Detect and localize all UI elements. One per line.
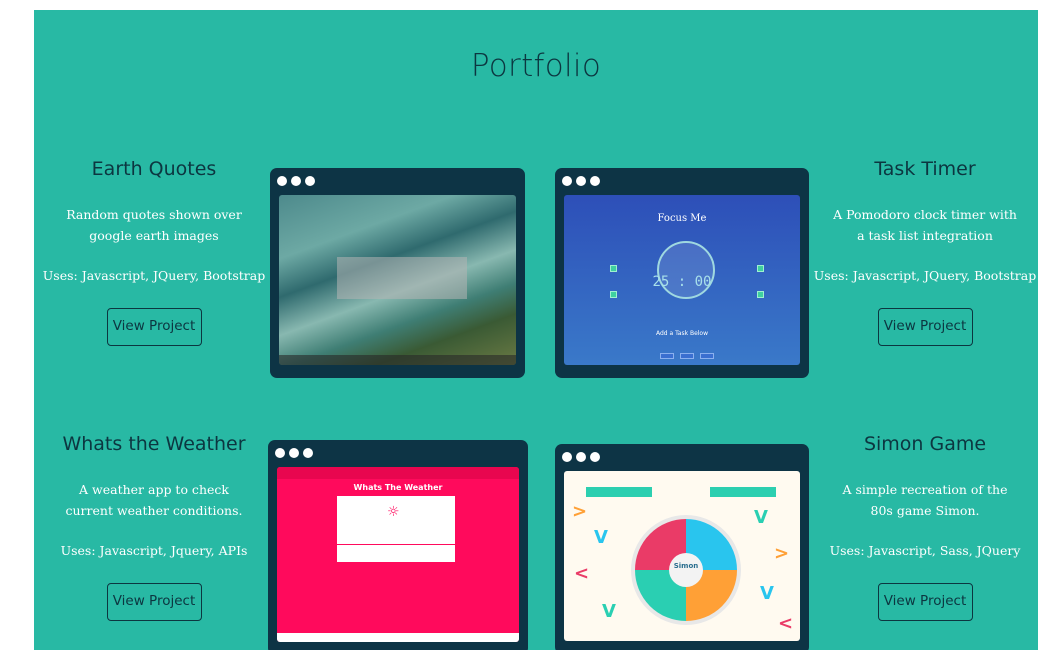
view-project-button[interactable]: View Project [106,583,202,621]
view-project-button[interactable]: View Project [877,583,973,621]
screenshot-footer [279,355,516,365]
pattern-chevron: V [754,507,768,528]
pattern-chevron: V [602,601,616,622]
project-earth-quotes: Earth Quotes Random quotes shown over go… [34,158,274,346]
project-tech: Uses: Javascript, JQuery, Bootstrap [813,268,1037,283]
project-description: A weather app to check current weather c… [65,482,243,518]
weather-preview[interactable]: Whats The Weather ☼ [268,440,528,650]
three-dots-icon [562,452,600,464]
simon-center [669,553,703,587]
weather-screenshot: Whats The Weather ☼ [277,467,519,642]
preview-heading: Focus Me [657,213,707,224]
preview-heading: Whats The Weather [353,483,443,492]
decrement-icon [610,291,617,298]
increment-icon [757,265,764,272]
clock-readout: 25 : 00 [652,274,712,290]
project-tech: Uses: Javascript, Sass, JQuery [829,543,1021,558]
project-title: Whats the Weather [62,433,246,455]
project-description: Random quotes shown over google earth im… [66,207,242,243]
preview-control-bar [710,487,776,497]
screenshot-footer [277,633,519,642]
project-title: Simon Game [863,433,987,455]
view-project-button[interactable]: View Project [877,308,973,346]
simon-game-preview[interactable]: > V < V V > V < Simon [555,444,809,650]
preview-control-bar [586,487,652,497]
preview-button [660,353,674,359]
card-divider [337,544,455,545]
project-tech: Uses: Javascript, Jquery, APIs [60,543,248,558]
pattern-chevron: V [594,527,608,548]
weather-card: ☼ [337,496,455,562]
add-task-label: Add a Task Below [655,330,709,337]
simon-game-screenshot: > V < V V > V < Simon [564,471,800,641]
pattern-chevron: > [774,543,790,564]
earth-quotes-screenshot [279,195,516,365]
preview-button [700,353,714,359]
quote-box [337,257,467,299]
increment-icon [610,265,617,272]
project-title: Task Timer [874,158,976,180]
project-title: Earth Quotes [91,158,217,180]
earth-quotes-preview[interactable] [270,168,525,378]
three-dots-icon [562,176,600,188]
project-tech: Uses: Javascript, JQuery, Bootstrap [42,268,266,283]
project-task-timer: Task Timer A Pomodoro clock timer with a… [805,158,1038,346]
task-timer-preview[interactable]: Focus Me 25 : 00 Add a Task Below [555,168,809,378]
clock-ring [657,241,715,299]
three-dots-icon [277,176,315,188]
project-simon-game: Simon Game A simple recreation of the 80… [805,433,1038,621]
pattern-chevron: V [760,583,774,604]
preview-button [680,353,694,359]
pattern-chevron: > [572,501,588,522]
project-description: A simple recreation of the 80s game Simo… [842,482,1008,518]
pattern-chevron: < [574,563,590,584]
task-timer-screenshot: Focus Me 25 : 00 Add a Task Below [564,195,800,365]
three-dots-icon [275,448,313,460]
pattern-chevron: < [778,613,794,634]
decrement-icon [757,291,764,298]
project-whats-the-weather: Whats the Weather A weather app to check… [34,433,274,621]
sun-icon: ☼ [387,504,400,520]
view-project-button[interactable]: View Project [106,308,202,346]
portfolio-section: Portfolio Earth Quotes Random quotes sho… [34,10,1038,650]
simon-label: Simon [673,562,699,570]
page-title: Portfolio [470,48,602,84]
preview-navbar [277,467,519,479]
project-description: A Pomodoro clock timer with a task list … [833,207,1017,243]
